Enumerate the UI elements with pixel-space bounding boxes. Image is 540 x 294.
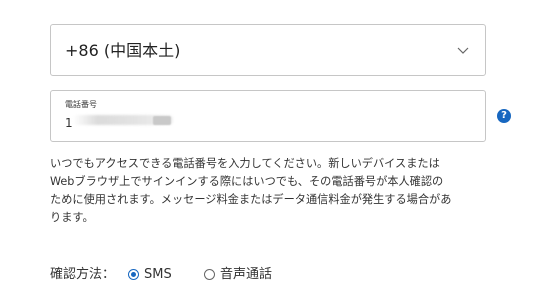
radio-button-sms[interactable] [128, 269, 139, 280]
description-line: Webブラウザ上でサインインする際にはいつでも、その電話番号が本人確認の [50, 175, 444, 188]
phone-number-field[interactable]: 電話番号 [50, 90, 486, 142]
radio-label-sms: SMS [144, 267, 172, 282]
radio-button-voice-call[interactable] [204, 269, 215, 280]
phone-number-label: 電話番号 [65, 100, 97, 109]
description-line: ために使用されます。メッセージ料金またはデータ通信料金が発生する場合があ [50, 193, 452, 206]
country-code-value: +86 (中国本土) [65, 41, 181, 60]
country-code-select[interactable]: +86 (中国本土) [50, 24, 486, 76]
verification-method-label: 確認方法： [50, 267, 116, 282]
description-line: ります。 [50, 211, 94, 224]
help-icon[interactable]: ? [497, 109, 511, 123]
description-line: いつでもアクセスできる電話番号を入力してください。新しいデバイスまたは [50, 157, 440, 170]
redacted-phone-number-end [153, 116, 171, 125]
phone-number-description: いつでもアクセスできる電話番号を入力してください。新しいデバイスまたは Webブ… [50, 155, 460, 227]
radio-label-voice-call: 音声通話 [220, 267, 273, 282]
chevron-down-icon [457, 47, 469, 54]
